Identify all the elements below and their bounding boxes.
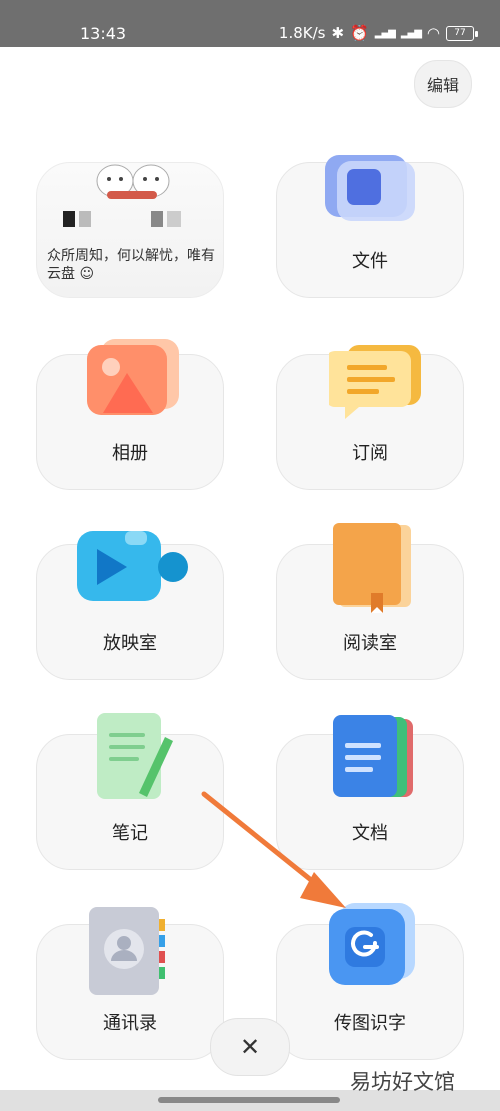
files-card[interactable]: 文件	[276, 155, 464, 298]
files-label: 文件	[352, 251, 388, 272]
status-bar: 13:43 1.8K/s ✱ ⏰ ▂▄▆ ▂▄▆ ◠ 77	[0, 0, 500, 47]
video-camera-icon	[77, 531, 188, 601]
network-speed: 1.8K/s	[278, 24, 326, 42]
alarm-icon: ⏰	[350, 24, 369, 42]
subscribe-card[interactable]: 订阅	[276, 345, 464, 490]
ocr-card[interactable]: 传图识字	[276, 903, 464, 1060]
photo-album-icon	[87, 339, 179, 415]
home-indicator[interactable]	[158, 1097, 340, 1103]
battery-level: 77	[454, 27, 466, 38]
bluetooth-icon: ✱	[331, 24, 345, 42]
contacts-card[interactable]: 通讯录	[36, 907, 224, 1060]
album-label: 相册	[112, 443, 148, 464]
blurred-info	[63, 211, 213, 229]
folder-icon	[325, 155, 415, 221]
close-button[interactable]: ✕	[210, 1018, 290, 1076]
ocr-label: 传图识字	[334, 1013, 406, 1034]
address-book-icon	[89, 907, 165, 995]
wifi-icon: ◠	[426, 24, 440, 42]
theater-card[interactable]: 放映室	[36, 531, 224, 680]
album-card[interactable]: 相册	[36, 339, 224, 490]
reading-room-card[interactable]: 阅读室	[276, 523, 464, 680]
cloud-preview-card[interactable]: 众所周知，何以解忧，唯有云盘 ☺	[36, 162, 224, 298]
annotation-arrow	[201, 791, 346, 908]
contacts-label: 通讯录	[103, 1013, 157, 1034]
edit-button-label: 编辑	[426, 76, 459, 95]
battery-icon: 77	[446, 25, 478, 41]
cartoon-cats-icon	[96, 164, 170, 199]
subscribe-label: 订阅	[352, 443, 388, 464]
theater-label: 放映室	[103, 633, 157, 654]
preview-text: 众所周知，何以解忧，唯有云盘 ☺	[47, 248, 215, 282]
status-icons: 1.8K/s ✱ ⏰ ▂▄▆ ▂▄▆ ◠ 77	[278, 24, 478, 42]
book-icon	[333, 523, 411, 613]
signal-icon-2: ▂▄▆	[400, 27, 422, 39]
watermark-text: 易坊好文馆	[350, 1070, 455, 1094]
edit-button[interactable]: 编辑	[414, 60, 472, 108]
status-time: 13:43	[80, 24, 127, 43]
signal-icon: ▂▄▆	[374, 27, 396, 39]
notebook-pen-icon	[97, 713, 173, 799]
reading-room-label: 阅读室	[343, 633, 397, 654]
close-icon: ✕	[239, 1033, 261, 1061]
message-bubble-icon	[329, 345, 421, 419]
